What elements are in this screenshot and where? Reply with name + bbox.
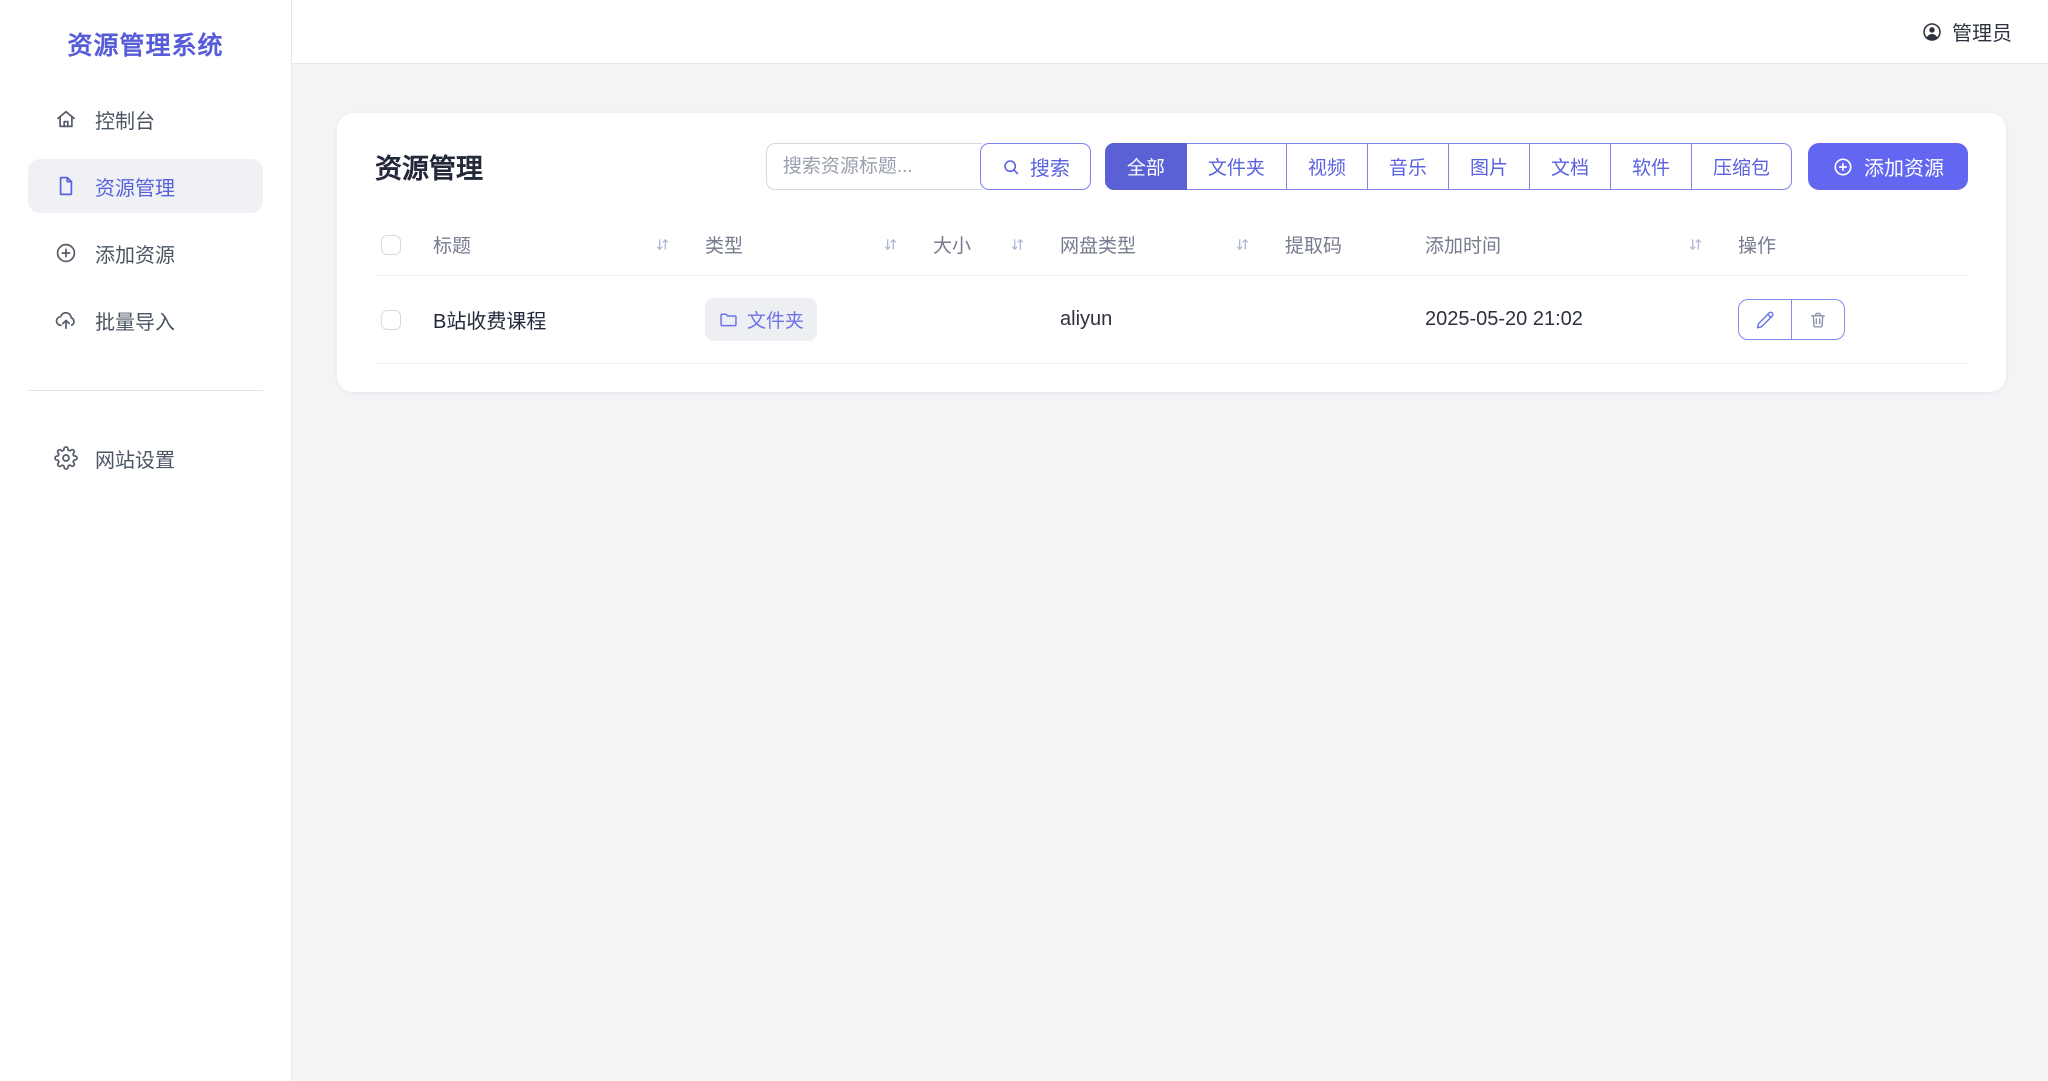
column-size[interactable]: 大小 bbox=[927, 214, 1054, 276]
column-label: 类型 bbox=[705, 236, 744, 257]
user-label: 管理员 bbox=[1952, 23, 2012, 45]
resource-card: 资源管理 搜索 全部 文件夹 视频 bbox=[337, 113, 2006, 392]
sort-icon[interactable] bbox=[1234, 236, 1251, 253]
column-extract-code: 提取码 bbox=[1279, 214, 1419, 276]
column-type[interactable]: 类型 bbox=[699, 214, 927, 276]
search-icon bbox=[1001, 157, 1021, 177]
row-title: B站收费课程 bbox=[427, 275, 699, 364]
column-actions: 操作 bbox=[1732, 214, 1968, 276]
sidebar: 资源管理系统 控制台 资源管理 添加资源 批量导入 网站设置 bbox=[0, 0, 292, 1081]
column-title[interactable]: 标题 bbox=[427, 214, 699, 276]
filter-software[interactable]: 软件 bbox=[1609, 143, 1692, 190]
plus-circle-icon bbox=[54, 241, 78, 265]
resource-table: 标题 类型 大小 网盘类型 提取码 添加时间 操作 B站收费课程 文件夹 ali… bbox=[375, 214, 1968, 364]
row-size bbox=[927, 275, 1054, 364]
sidebar-item-add-resource[interactable]: 添加资源 bbox=[28, 226, 263, 280]
sidebar-item-label: 添加资源 bbox=[95, 244, 175, 267]
column-label: 网盘类型 bbox=[1060, 236, 1137, 257]
search-input[interactable] bbox=[765, 143, 982, 190]
add-resource-button[interactable]: 添加资源 bbox=[1808, 143, 1968, 190]
column-disk-type[interactable]: 网盘类型 bbox=[1054, 214, 1279, 276]
user-menu[interactable]: 管理员 bbox=[1921, 17, 2012, 46]
home-icon bbox=[54, 107, 78, 131]
sidebar-nav: 控制台 资源管理 添加资源 批量导入 bbox=[0, 82, 291, 360]
sidebar-item-resources[interactable]: 资源管理 bbox=[28, 159, 263, 213]
filter-archive[interactable]: 压缩包 bbox=[1690, 143, 1792, 190]
column-label: 提取码 bbox=[1285, 236, 1343, 257]
row-checkbox[interactable] bbox=[381, 309, 401, 330]
sort-icon[interactable] bbox=[1009, 236, 1026, 253]
column-label: 操作 bbox=[1738, 236, 1777, 257]
type-badge: 文件夹 bbox=[705, 298, 818, 341]
main-column: 管理员 资源管理 搜索资源标题... 搜索 全部 文件夹 视频 音乐 图片 文档… bbox=[292, 0, 2048, 1081]
folder-icon bbox=[718, 309, 739, 330]
sort-icon[interactable] bbox=[1687, 236, 1704, 253]
header-select-cell bbox=[375, 214, 427, 276]
filter-image[interactable]: 图片 bbox=[1447, 143, 1530, 190]
search-button-label: 搜索 bbox=[1029, 158, 1070, 180]
sidebar-divider bbox=[28, 390, 263, 391]
row-disk-type: aliyun bbox=[1054, 275, 1279, 364]
sidebar-nav-bottom: 网站设置 bbox=[0, 421, 291, 498]
topbar: 管理员 bbox=[292, 0, 2048, 64]
search-button[interactable]: 搜索 bbox=[979, 143, 1091, 190]
person-circle-icon bbox=[1921, 21, 1943, 43]
page-title: 资源管理 bbox=[375, 154, 483, 184]
filter-all[interactable]: 全部 bbox=[1104, 143, 1187, 190]
row-type-cell: 文件夹 bbox=[699, 275, 927, 364]
filter-document[interactable]: 文档 bbox=[1528, 143, 1611, 190]
column-label: 添加时间 bbox=[1425, 236, 1502, 257]
cloud-upload-icon bbox=[54, 308, 78, 332]
delete-button[interactable] bbox=[1791, 299, 1845, 340]
sort-icon[interactable] bbox=[654, 236, 671, 253]
app-title: 资源管理系统 bbox=[67, 32, 224, 60]
filter-folder[interactable]: 文件夹 bbox=[1185, 143, 1287, 190]
row-extract-code bbox=[1279, 275, 1419, 364]
row-actions-cell bbox=[1732, 275, 1968, 364]
sidebar-item-label: 网站设置 bbox=[95, 449, 175, 472]
filter-video[interactable]: 视频 bbox=[1285, 143, 1368, 190]
sidebar-item-label: 控制台 bbox=[95, 110, 155, 133]
sort-icon[interactable] bbox=[882, 236, 899, 253]
plus-circle-icon bbox=[1832, 156, 1854, 178]
sidebar-item-console[interactable]: 控制台 bbox=[28, 92, 263, 146]
filter-music[interactable]: 音乐 bbox=[1366, 143, 1449, 190]
sidebar-item-batch-import[interactable]: 批量导入 bbox=[28, 293, 263, 347]
pencil-icon bbox=[1755, 310, 1775, 330]
column-label: 大小 bbox=[933, 236, 972, 257]
trash-icon bbox=[1808, 310, 1828, 330]
card-header: 资源管理 搜索 全部 文件夹 视频 bbox=[375, 143, 1968, 190]
action-group bbox=[1738, 299, 1845, 340]
document-icon bbox=[54, 174, 78, 198]
filter-group: 全部 文件夹 视频 音乐 图片 文档 软件 压缩包 bbox=[1104, 143, 1792, 190]
table-row: B站收费课程 文件夹 aliyun 2025-05-20 21:02 bbox=[375, 275, 1968, 364]
table-header-row: 标题 类型 大小 网盘类型 提取码 添加时间 操作 bbox=[375, 214, 1968, 276]
gear-icon bbox=[54, 446, 78, 470]
sidebar-item-label: 资源管理 bbox=[95, 177, 175, 200]
content-area: 资源管理 搜索 全部 文件夹 视频 bbox=[292, 64, 2048, 392]
type-badge-label: 文件夹 bbox=[747, 311, 805, 332]
sidebar-item-label: 批量导入 bbox=[95, 311, 175, 334]
sidebar-item-site-settings[interactable]: 网站设置 bbox=[28, 431, 263, 485]
column-added-time[interactable]: 添加时间 bbox=[1419, 214, 1732, 276]
row-added-time: 2025-05-20 21:02 bbox=[1419, 275, 1732, 364]
edit-button[interactable] bbox=[1738, 299, 1792, 340]
add-resource-label: 添加资源 bbox=[1864, 158, 1944, 180]
column-label: 标题 bbox=[433, 236, 472, 257]
row-select-cell bbox=[375, 275, 427, 364]
search-group: 搜索 bbox=[765, 143, 1091, 190]
select-all-checkbox[interactable] bbox=[381, 234, 401, 255]
